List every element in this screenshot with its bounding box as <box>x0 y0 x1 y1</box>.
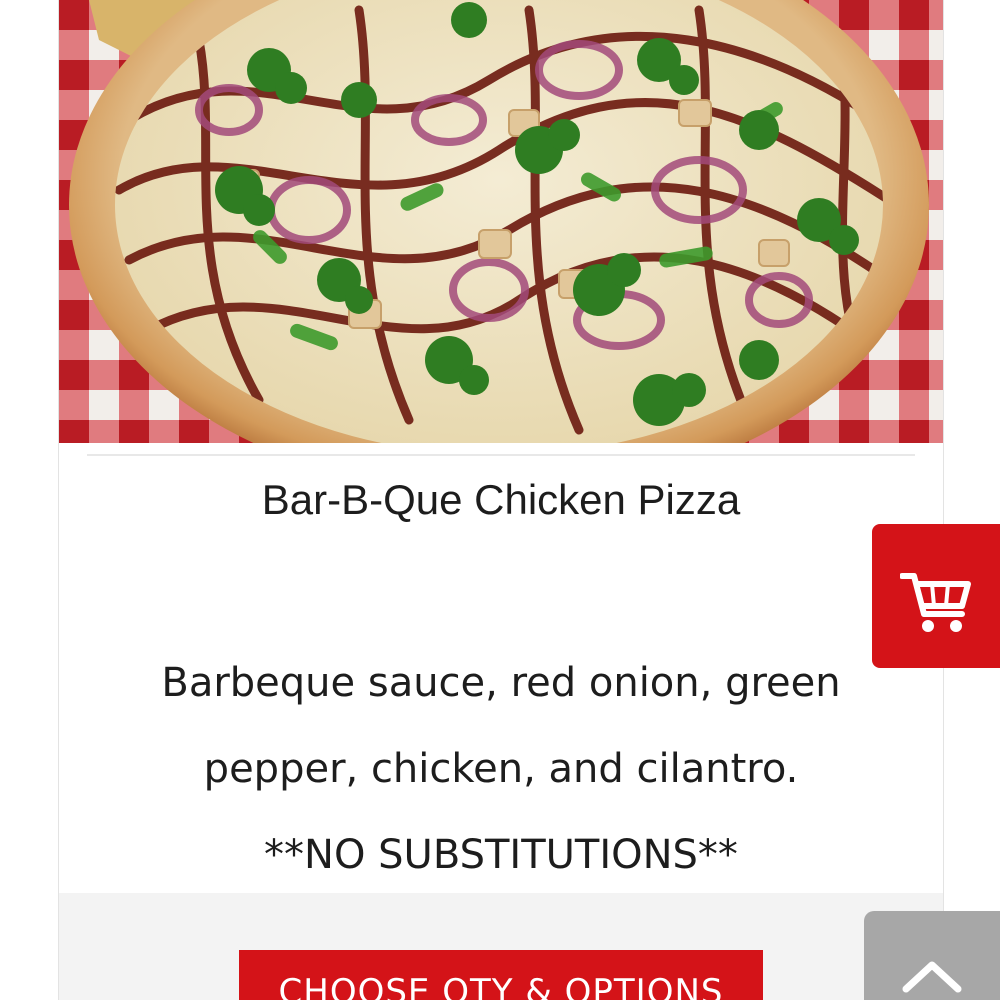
description-line: pepper, chicken, and cilantro. <box>203 746 799 792</box>
no-substitutions-note: **NO SUBSTITUTIONS** <box>264 832 738 878</box>
shopping-cart-icon <box>900 573 971 632</box>
choose-qty-options-button[interactable]: CHOOSE QTY & OPTIONS <box>239 950 763 1000</box>
back-to-top-button[interactable] <box>864 911 1000 1000</box>
cart-button[interactable] <box>872 524 1000 668</box>
chevron-up-icon <box>902 961 962 993</box>
product-card: Bar-B-Que Chicken Pizza Barbeque sauce, … <box>58 0 944 1000</box>
page: Bar-B-Que Chicken Pizza Barbeque sauce, … <box>0 0 1000 1000</box>
description-line: Barbeque sauce, red onion, green <box>161 660 841 706</box>
card-footer: CHOOSE QTY & OPTIONS <box>59 893 943 1000</box>
product-description: Barbeque sauce, red onion, green pepper,… <box>99 640 903 898</box>
product-title: Bar-B-Que Chicken Pizza <box>261 476 741 523</box>
divider <box>87 454 915 456</box>
pizza-photo <box>59 0 943 443</box>
product-image <box>59 0 943 443</box>
